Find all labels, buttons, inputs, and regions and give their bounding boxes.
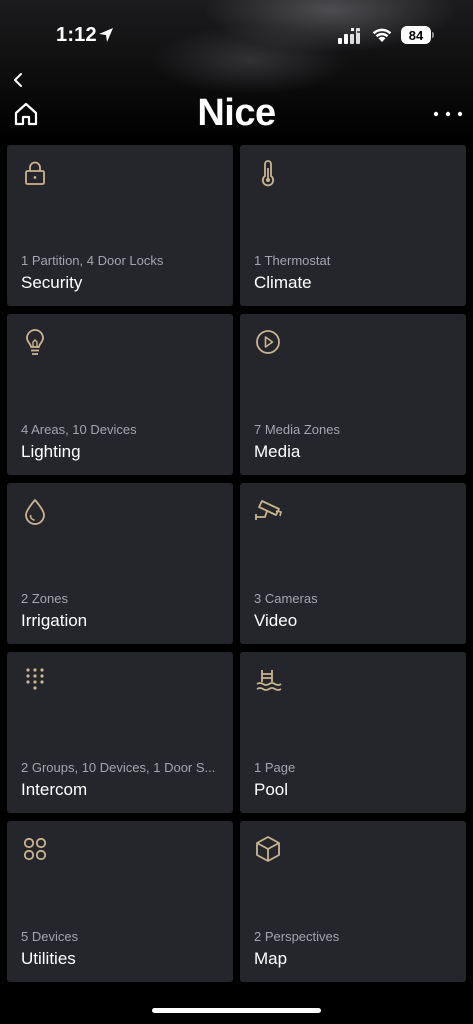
tile-label: Pool <box>254 780 289 799</box>
tile-climate[interactable]: 1 Thermostat Climate <box>240 145 466 306</box>
lock-icon <box>25 161 45 185</box>
tile-label: Climate <box>254 273 312 292</box>
tile-label: Intercom <box>21 780 88 799</box>
tile-subtitle: 5 Devices <box>21 929 79 944</box>
tile-security[interactable]: 1 Partition, 4 Door Locks Security <box>7 145 233 306</box>
pool-icon <box>256 670 282 691</box>
tile-subtitle: 1 Thermostat <box>254 253 331 268</box>
thermometer-icon <box>261 160 275 187</box>
tile-label: Map <box>254 949 288 968</box>
camera-icon <box>255 500 282 520</box>
tile-video[interactable]: 3 Cameras Video <box>240 483 466 644</box>
tile-subtitle: 7 Media Zones <box>254 422 340 437</box>
tile-subtitle: 2 Perspectives <box>254 929 340 944</box>
cube-icon <box>256 836 280 862</box>
play-icon <box>256 330 280 354</box>
tile-subtitle: 4 Areas, 10 Devices <box>21 422 137 437</box>
tile-pool[interactable]: 1 Page Pool <box>240 652 466 813</box>
tile-subtitle: 3 Cameras <box>254 591 318 606</box>
keypad-icon <box>26 668 44 690</box>
tile-subtitle: 2 Groups, 10 Devices, 1 Door S... <box>21 760 216 775</box>
tile-utilities[interactable]: 5 Devices Utilities <box>7 821 233 982</box>
tile-irrigation[interactable]: 2 Zones Irrigation <box>7 483 233 644</box>
battery-indicator: 84 <box>401 26 431 44</box>
water-drop-icon <box>25 499 45 525</box>
tile-label: Utilities <box>21 949 76 968</box>
tile-lighting[interactable]: 4 Areas, 10 Devices Lighting <box>7 314 233 475</box>
tile-label: Lighting <box>21 442 81 461</box>
tile-label: Security <box>21 273 83 292</box>
tile-label: Irrigation <box>21 611 88 630</box>
battery-tip <box>432 32 434 38</box>
grid-circles-icon <box>23 837 47 861</box>
tile-media[interactable]: 7 Media Zones Media <box>240 314 466 475</box>
tile-label: Media <box>254 442 301 461</box>
lightbulb-icon <box>26 329 44 355</box>
tile-intercom[interactable]: 2 Groups, 10 Devices, 1 Door S... Interc… <box>7 652 233 813</box>
location-arrow-icon <box>99 28 113 42</box>
cellular-signal-icon <box>338 28 360 44</box>
tile-label: Video <box>254 611 298 630</box>
page-title: Nice <box>197 92 276 134</box>
tile-subtitle: 1 Partition, 4 Door Locks <box>21 253 164 268</box>
status-time: 1:12 <box>56 24 97 46</box>
status-bar: 1:12 84 <box>0 0 473 70</box>
back-button[interactable] <box>10 70 30 90</box>
battery-level: 84 <box>408 27 424 43</box>
tile-subtitle: 2 Zones <box>21 591 68 606</box>
home-indicator[interactable] <box>152 1008 321 1013</box>
tile-subtitle: 1 Page <box>254 760 296 775</box>
more-options-button[interactable] <box>432 106 464 122</box>
tile-map[interactable]: 2 Perspectives Map <box>240 821 466 982</box>
wifi-icon <box>372 28 392 42</box>
